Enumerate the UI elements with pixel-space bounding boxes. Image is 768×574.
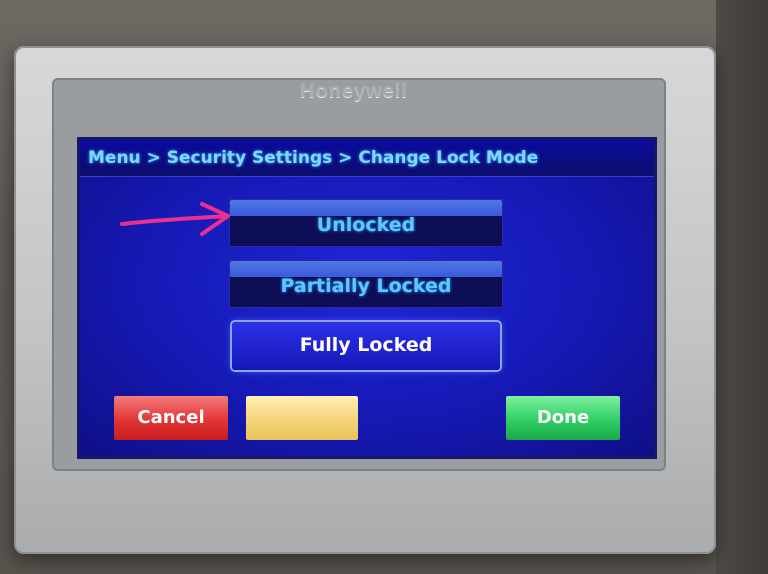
option-partially-locked[interactable]: Partially Locked — [230, 261, 502, 307]
breadcrumb[interactable]: Menu > Security Settings > Change Lock M… — [88, 148, 538, 168]
middle-button[interactable] — [246, 396, 358, 440]
brand-logo: Honeywell — [300, 80, 408, 102]
option-fully-locked[interactable]: Fully Locked — [232, 322, 500, 370]
cancel-button[interactable]: Cancel — [114, 396, 228, 440]
touch-screen: Menu > Security Settings > Change Lock M… — [80, 140, 654, 456]
option-label: Unlocked — [316, 214, 416, 236]
pink-hand-drawn-arrow-icon — [120, 202, 230, 236]
option-label: Partially Locked — [280, 275, 452, 297]
wall-background — [716, 0, 768, 574]
title-bar: Menu > Security Settings > Change Lock M… — [80, 140, 654, 177]
done-button[interactable]: Done — [506, 396, 620, 440]
option-unlocked[interactable]: Unlocked — [230, 200, 502, 246]
option-label: Fully Locked — [299, 334, 433, 356]
